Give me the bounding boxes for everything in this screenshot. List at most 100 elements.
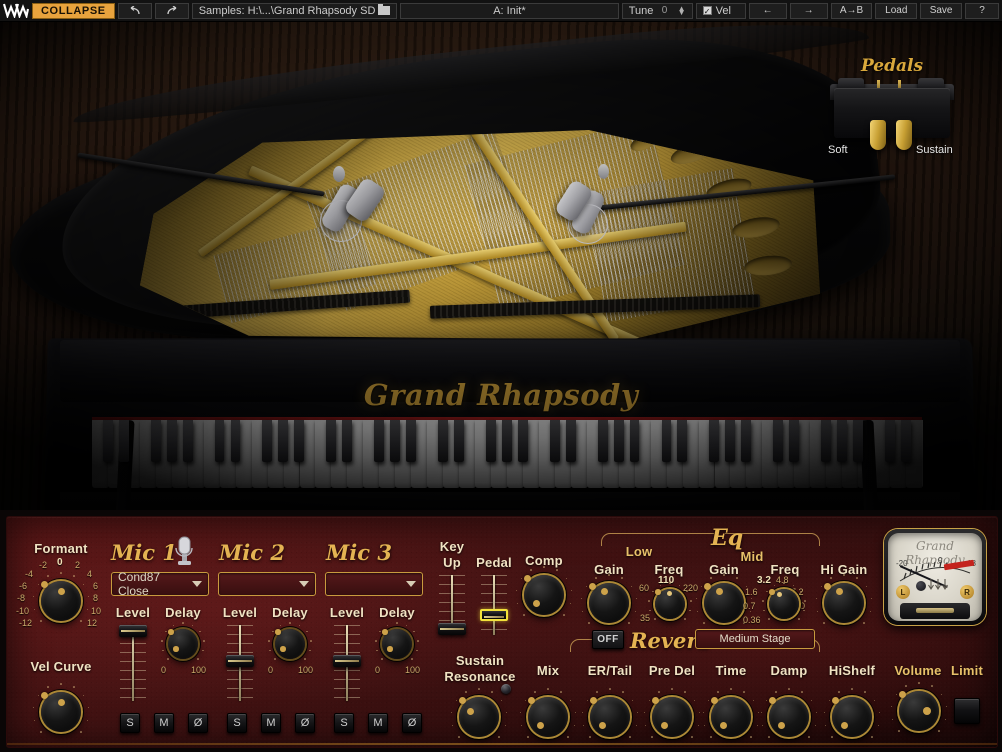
fader-handle[interactable]	[438, 623, 466, 635]
eq-low-freq-knob[interactable]	[648, 582, 692, 620]
vel-curve-knob[interactable]	[32, 683, 90, 733]
mic-1-phase-button[interactable]: Ø	[188, 713, 208, 733]
piano-black-key[interactable]	[821, 420, 831, 462]
vel-checkbox-icon[interactable]: ✓	[702, 6, 712, 16]
sustain-resonance-led[interactable]	[501, 684, 511, 694]
limit-button[interactable]	[954, 698, 980, 724]
piano-black-key[interactable]	[837, 420, 847, 462]
reverb-damp-knob[interactable]	[760, 688, 818, 738]
mic-1-delay-knob[interactable]	[161, 622, 205, 660]
mic-1-level-fader[interactable]	[119, 625, 147, 701]
piano-black-key[interactable]	[741, 420, 752, 462]
comp-knob[interactable]	[515, 566, 573, 616]
mic-2-model-select[interactable]	[218, 572, 316, 596]
piano-black-key[interactable]	[485, 420, 496, 462]
undo-button[interactable]	[117, 2, 152, 19]
piano-black-key[interactable]	[454, 420, 464, 462]
reverb-mix-knob[interactable]	[519, 688, 577, 738]
prev-preset-button[interactable]: ←	[748, 2, 787, 19]
piano-black-key[interactable]	[230, 420, 241, 462]
piano-black-key[interactable]	[709, 420, 720, 462]
mic-3-model-select[interactable]	[325, 572, 423, 596]
mic-1-model-select[interactable]: Cond87 Close	[111, 570, 209, 598]
copy-a-to-b-button[interactable]: A→B	[830, 2, 873, 19]
piano-black-key[interactable]	[789, 420, 800, 462]
piano-black-key[interactable]	[166, 420, 177, 462]
piano-black-key[interactable]	[102, 420, 113, 462]
pedal-fader[interactable]	[480, 575, 508, 635]
piano-black-key[interactable]	[294, 420, 305, 462]
mic-3-mute-button[interactable]: M	[368, 713, 388, 733]
eq-mid-gain-knob[interactable]	[695, 574, 753, 624]
piano-black-key[interactable]	[565, 420, 576, 462]
piano-black-key[interactable]	[182, 420, 193, 462]
reverb-preset-select[interactable]: Medium Stage	[695, 629, 815, 649]
fader-handle-selected[interactable]	[480, 609, 508, 621]
vu-channel-right[interactable]: R	[960, 585, 974, 599]
mic-2-delay-knob[interactable]	[268, 622, 312, 660]
mic-2-mute-button[interactable]: M	[261, 713, 281, 733]
mic-3-delay-knob[interactable]	[375, 622, 419, 660]
piano-black-key[interactable]	[661, 420, 672, 462]
piano-black-key[interactable]	[773, 420, 784, 462]
mic-3-solo-button[interactable]: S	[334, 713, 354, 733]
piano-black-key[interactable]	[214, 420, 225, 462]
piano-black-key[interactable]	[501, 420, 512, 462]
reverb-time-knob[interactable]	[702, 688, 760, 738]
save-button[interactable]: Save	[920, 2, 962, 19]
sustain-resonance-knob[interactable]	[450, 688, 508, 738]
samples-path-field[interactable]: Samples: H:\...\Grand Rhapsody SD	[191, 2, 398, 19]
eq-low-gain-knob[interactable]	[580, 574, 638, 624]
eq-hi-gain-knob[interactable]	[815, 574, 873, 624]
mic-2-level-fader[interactable]	[226, 625, 254, 701]
load-button[interactable]: Load	[875, 2, 918, 19]
spinner-icon[interactable]: ▲ ▼	[678, 4, 686, 16]
mic-2-solo-button[interactable]: S	[227, 713, 247, 733]
piano-black-key[interactable]	[597, 420, 608, 462]
piano-black-key[interactable]	[517, 420, 528, 462]
fader-handle[interactable]	[226, 655, 254, 667]
fader-handle[interactable]	[333, 655, 361, 667]
redo-button[interactable]	[154, 2, 189, 19]
piano-black-key[interactable]	[677, 420, 688, 462]
piano-black-key[interactable]	[390, 420, 401, 462]
formant-knob[interactable]	[32, 572, 90, 622]
mic-1-solo-button[interactable]: S	[120, 713, 140, 733]
piano-black-key[interactable]	[549, 420, 560, 462]
mic-3-phase-button[interactable]: Ø	[402, 713, 422, 733]
piano-black-key[interactable]	[884, 420, 895, 462]
piano-black-key[interactable]	[326, 420, 337, 462]
vu-channel-left[interactable]: L	[896, 585, 910, 599]
piano-black-key[interactable]	[438, 420, 448, 462]
eq-mid-freq-knob[interactable]	[762, 582, 806, 620]
tune-stepper[interactable]: Tune 0 ▲ ▼	[621, 2, 693, 19]
soft-pedal[interactable]	[870, 120, 886, 150]
collapse-button[interactable]: COLLAPSE	[32, 2, 115, 19]
piano-black-key[interactable]	[406, 420, 416, 462]
piano-black-key[interactable]	[853, 420, 863, 462]
reverb-pre-delay-knob[interactable]	[643, 688, 701, 738]
vel-toggle[interactable]: ✓ Vel	[695, 2, 746, 19]
piano-black-key[interactable]	[342, 420, 353, 462]
piano-black-key[interactable]	[725, 420, 736, 462]
preset-field[interactable]: A: Init*	[400, 2, 619, 19]
piano-black-key[interactable]	[262, 420, 273, 462]
piano-black-key[interactable]	[613, 420, 624, 462]
piano-black-key[interactable]	[118, 420, 129, 462]
piano-black-key[interactable]	[629, 420, 640, 462]
reverb-er-tail-knob[interactable]	[581, 688, 639, 738]
reverb-hishelf-knob[interactable]	[823, 688, 881, 738]
piano-black-key[interactable]	[150, 420, 161, 462]
piano-black-key[interactable]	[374, 420, 385, 462]
key-up-fader[interactable]	[438, 575, 466, 635]
reverb-power-button[interactable]: OFF	[592, 630, 624, 649]
piano-black-key[interactable]	[900, 420, 911, 462]
mic-1-mute-button[interactable]: M	[154, 713, 174, 733]
mic-3-level-fader[interactable]	[333, 625, 361, 701]
folder-icon[interactable]	[378, 4, 391, 15]
sustain-pedal[interactable]	[896, 120, 912, 150]
volume-knob[interactable]	[890, 682, 948, 732]
piano-black-key[interactable]	[278, 420, 289, 462]
help-button[interactable]: ?	[964, 2, 999, 19]
next-preset-button[interactable]: →	[789, 2, 828, 19]
